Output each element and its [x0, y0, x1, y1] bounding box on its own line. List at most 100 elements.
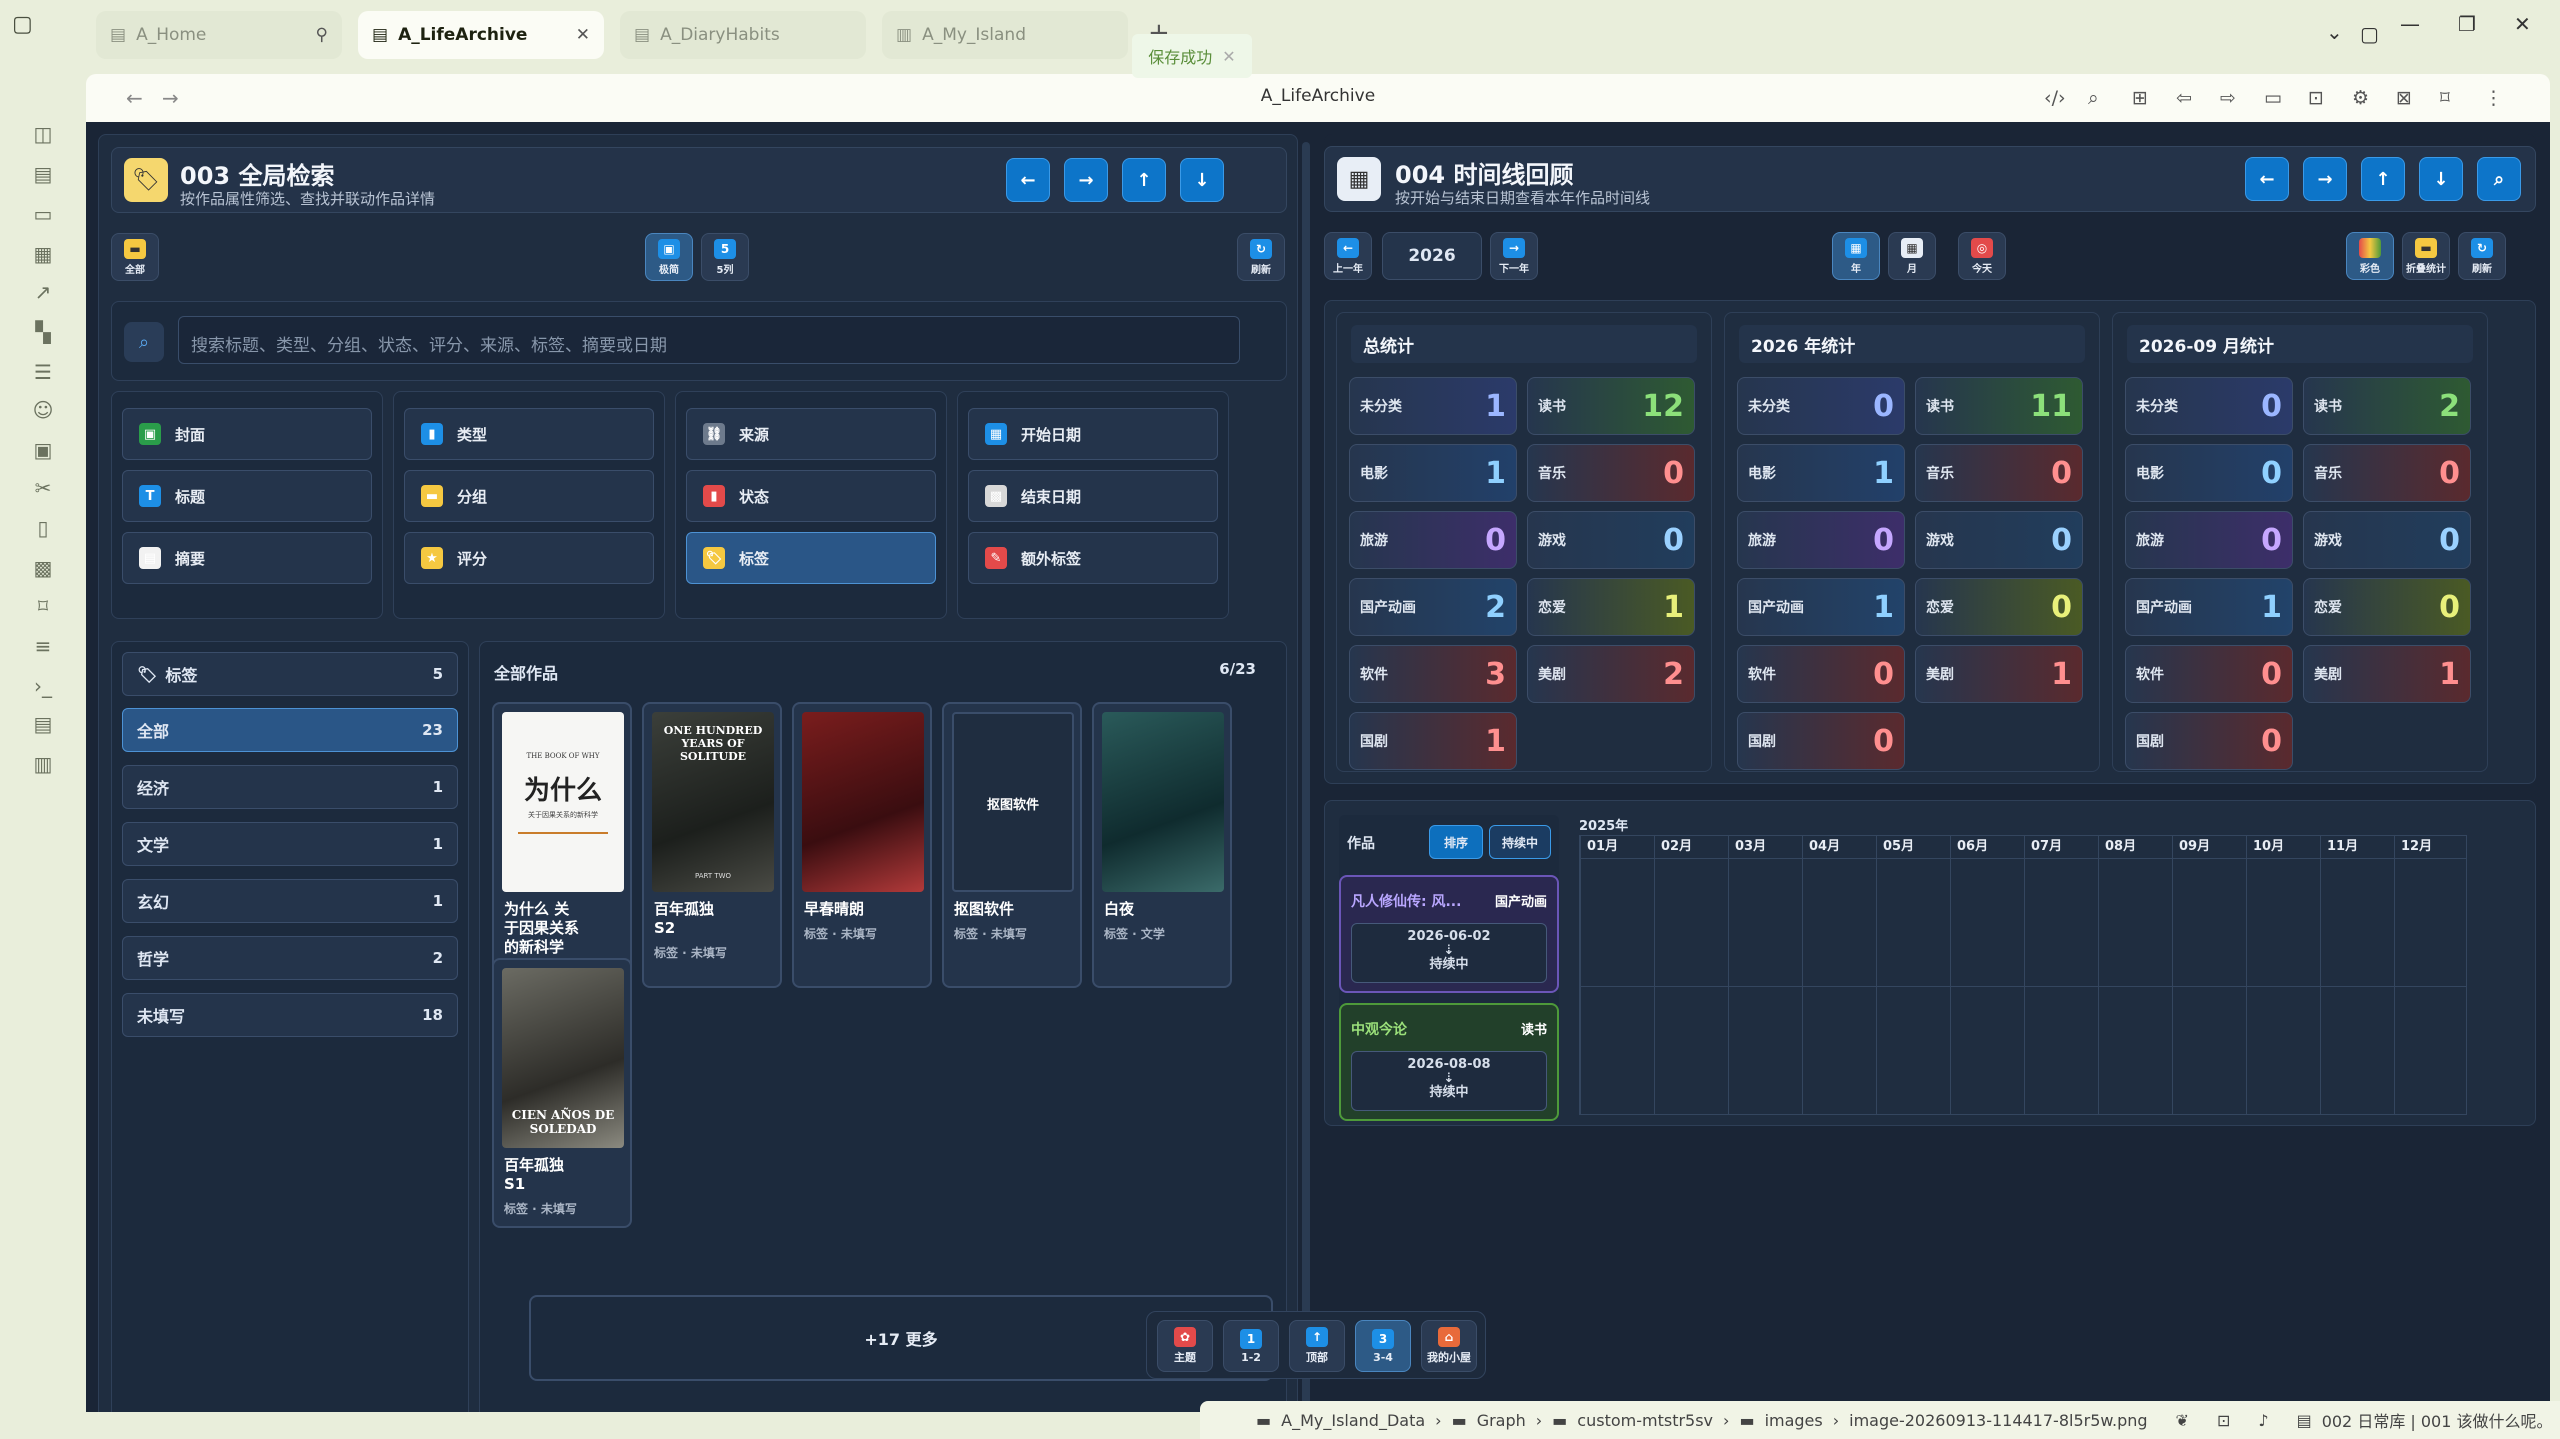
- stat-card[interactable]: 游戏 0: [2303, 511, 2471, 569]
- all-button[interactable]: ▬ 全部: [111, 233, 159, 281]
- sort-button[interactable]: 排序: [1429, 825, 1483, 859]
- close-window-icon[interactable]: ✕: [2514, 12, 2531, 36]
- stat-card[interactable]: 恋爱 0: [2303, 578, 2471, 636]
- sidebar-toggle-icon[interactable]: ▢: [12, 12, 38, 38]
- stat-card[interactable]: 旅游 0: [2125, 511, 2293, 569]
- tab-a-home[interactable]: ▤ A_Home ⚲: [96, 11, 342, 59]
- layout-icon[interactable]: ▥: [31, 752, 55, 776]
- tag-item[interactable]: 未填写 18: [122, 993, 458, 1037]
- filter-checkered-flag-button[interactable]: ▩ 结束日期: [968, 470, 1218, 522]
- next-year-button[interactable]: → 下一年: [1490, 232, 1538, 280]
- filter-title-button[interactable]: T 标题: [122, 470, 372, 522]
- stat-card[interactable]: 未分类 0: [1737, 377, 1905, 435]
- month-view-button[interactable]: ▦ 月: [1888, 232, 1936, 280]
- arrow-left-button[interactable]: ←: [2245, 157, 2289, 201]
- stat-card[interactable]: 未分类 0: [2125, 377, 2293, 435]
- tab-a-my-island[interactable]: ▥ A_My_Island: [882, 11, 1128, 59]
- close-pane-icon[interactable]: ⊠: [2396, 87, 2412, 109]
- work-card[interactable]: 为什么 THE BOOK OF WHY 关于因果关系的新科学 为什么 关 于因果关系 …: [492, 702, 632, 988]
- today-button[interactable]: ◎ 今天: [1958, 232, 2006, 280]
- stat-card[interactable]: 音乐 0: [2303, 444, 2471, 502]
- arrow-up-button[interactable]: ↑: [1122, 158, 1166, 202]
- stat-card[interactable]: 软件 3: [1349, 645, 1517, 703]
- stat-card[interactable]: 音乐 0: [1915, 444, 2083, 502]
- restore-icon[interactable]: ❐: [2458, 12, 2476, 36]
- chevron-down-icon[interactable]: ⌄: [2326, 20, 2343, 44]
- tag-item[interactable]: 文学 1: [122, 822, 458, 866]
- stat-card[interactable]: 美剧 1: [1915, 645, 2083, 703]
- work-card[interactable]: ONE HUNDRED YEARS OF SOLITUDE PART TWO 百年孤…: [642, 702, 782, 988]
- apps-icon[interactable]: ▩: [31, 556, 55, 580]
- stat-card[interactable]: 美剧 1: [2303, 645, 2471, 703]
- fold-stats-button[interactable]: ▬ 折叠统计: [2402, 232, 2450, 280]
- arrow-down-button[interactable]: ↓: [1180, 158, 1224, 202]
- timeline-work-item[interactable]: 中观今论 读书 2026-08-08 ⇣ 持续中: [1339, 1003, 1559, 1121]
- color-mode-button[interactable]: 彩色: [2346, 232, 2394, 280]
- bookmark-add-icon[interactable]: ⊞: [2132, 87, 2148, 109]
- stat-card[interactable]: 电影 1: [1349, 444, 1517, 502]
- close-icon[interactable]: ✕: [1222, 47, 1235, 66]
- filter-image-button[interactable]: ▣ 封面: [122, 408, 372, 460]
- stat-card[interactable]: 美剧 2: [1527, 645, 1695, 703]
- breadcrumb-item[interactable]: images: [1765, 1411, 1823, 1430]
- bell-icon[interactable]: ♪: [2258, 1411, 2268, 1430]
- breadcrumb-item[interactable]: image-20260913-114417-8l5r5w.png: [1849, 1411, 2147, 1430]
- year-view-button[interactable]: ▦ 年: [1832, 232, 1880, 280]
- book-icon[interactable]: ▤: [31, 162, 55, 186]
- arrow-left-button[interactable]: ←: [1006, 158, 1050, 202]
- terminal-icon[interactable]: ›_: [31, 674, 55, 698]
- lock-icon[interactable]: ⊡: [2308, 87, 2324, 109]
- stat-card[interactable]: 国剧 0: [2125, 712, 2293, 770]
- dock-button[interactable]: ↑ 顶部: [1289, 1320, 1345, 1372]
- arrow-down-button[interactable]: ↓: [2419, 157, 2463, 201]
- close-icon[interactable]: ✕: [576, 25, 590, 45]
- share-left-icon[interactable]: ⇦: [2176, 87, 2192, 109]
- map-icon[interactable]: ◫: [31, 122, 55, 146]
- status-right-text[interactable]: 002 日常库 | 001 该做什么呢。: [2322, 1408, 2553, 1432]
- grid-icon[interactable]: ▚: [31, 320, 55, 344]
- arrow-right-button[interactable]: →: [1064, 158, 1108, 202]
- breadcrumb-item[interactable]: Graph: [1477, 1411, 1526, 1430]
- minimize-icon[interactable]: —: [2400, 12, 2420, 36]
- work-card[interactable]: 早春晴朗 标签 · 未填写: [792, 702, 932, 988]
- stat-card[interactable]: 未分类 1: [1349, 377, 1517, 435]
- filter-tag-button[interactable]: 🏷 标签: [686, 532, 936, 584]
- filter-traffic-light-button[interactable]: ▮ 状态: [686, 470, 936, 522]
- stat-card[interactable]: 音乐 0: [1527, 444, 1695, 502]
- bookmark-icon[interactable]: ⌑: [31, 594, 55, 618]
- cover-style-button[interactable]: ▣ 极简: [645, 233, 693, 281]
- more-options-icon[interactable]: ⋮: [2484, 87, 2503, 109]
- pin-icon[interactable]: ⚲: [316, 25, 328, 45]
- stat-card[interactable]: 读书 11: [1915, 377, 2083, 435]
- stat-card[interactable]: 游戏 0: [1915, 511, 2083, 569]
- ongoing-filter-button[interactable]: 持续中: [1489, 825, 1551, 859]
- dock-button[interactable]: 1 1-2: [1223, 1320, 1279, 1372]
- plugin-icon[interactable]: ❦: [2176, 1411, 2189, 1430]
- filter-link-button[interactable]: ⛓ 来源: [686, 408, 936, 460]
- stat-card[interactable]: 国剧 0: [1737, 712, 1905, 770]
- list-icon[interactable]: ☰: [31, 360, 55, 384]
- monitor-icon[interactable]: ▭: [2264, 87, 2282, 109]
- tag-item[interactable]: 玄幻 1: [122, 879, 458, 923]
- arrow-right-button[interactable]: →: [2303, 157, 2347, 201]
- refresh-button[interactable]: ↻ 刷新: [2458, 232, 2506, 280]
- filter-pin-button[interactable]: ✎ 额外标签: [968, 532, 1218, 584]
- image-icon[interactable]: ▣: [31, 438, 55, 462]
- filter-star-button[interactable]: ★ 评分: [404, 532, 654, 584]
- search-input[interactable]: 搜索标题、类型、分组、状态、评分、来源、标签、摘要或日期: [178, 316, 1240, 364]
- share-right-icon[interactable]: ⇨: [2220, 87, 2236, 109]
- table-icon[interactable]: ▤: [31, 712, 55, 736]
- tab-a-lifearchive[interactable]: ▤ A_LifeArchive ✕: [358, 11, 604, 59]
- tab-a-diaryhabits[interactable]: ▤ A_DiaryHabits: [620, 11, 866, 59]
- stat-card[interactable]: 电影 1: [1737, 444, 1905, 502]
- tag-item[interactable]: 全部 23: [122, 708, 458, 752]
- bookmark-icon[interactable]: ⌑: [2440, 87, 2450, 109]
- work-card[interactable]: 抠图软件 抠图软件 标签 · 未填写: [942, 702, 1082, 988]
- scrollbar[interactable]: [1302, 142, 1310, 1412]
- stat-card[interactable]: 恋爱 1: [1527, 578, 1695, 636]
- breadcrumb-item[interactable]: custom-mtstr5sv: [1577, 1411, 1713, 1430]
- lock-icon[interactable]: ⊡: [2217, 1411, 2230, 1430]
- code-icon[interactable]: ‹/›: [2044, 87, 2066, 109]
- window-icon[interactable]: ▢: [2360, 22, 2379, 46]
- dock-button[interactable]: ✿ 主题: [1157, 1320, 1213, 1372]
